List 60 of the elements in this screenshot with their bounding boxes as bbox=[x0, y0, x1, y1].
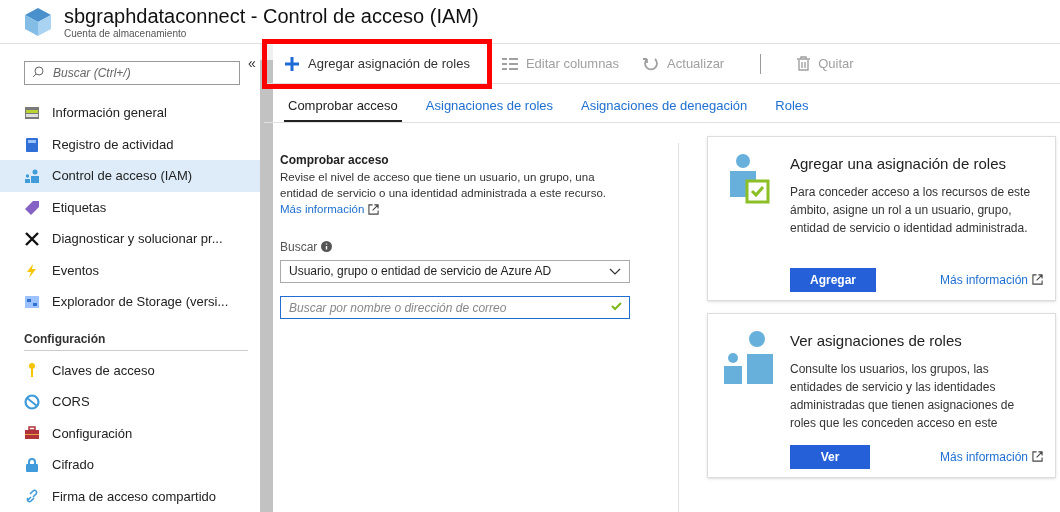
primary-button[interactable]: Agregar bbox=[790, 267, 876, 292]
storage-cube-icon bbox=[24, 6, 52, 37]
scrollbar[interactable] bbox=[259, 44, 273, 512]
tools-icon bbox=[24, 231, 40, 248]
dropdown[interactable]: Usuario, grupo o entidad de servicio de Azure AD bbox=[280, 259, 630, 283]
search-field[interactable]: Buscar por nombre o dirección de correo bbox=[280, 296, 630, 320]
users-icon bbox=[24, 168, 40, 185]
log-icon bbox=[24, 136, 40, 153]
sidebar-item[interactable]: Eventos bbox=[0, 254, 260, 287]
external-link-icon bbox=[368, 203, 380, 215]
link-icon bbox=[24, 488, 40, 505]
card-description: Consulte los usuarios, los grupos, las entidades de servicio y las identidades administradas que tienen asignaciones de roles que les conceden acceso en este bbox=[790, 361, 1016, 432]
card-title: Ver asignaciones de roles bbox=[790, 330, 963, 351]
card-title: Agregar una asignación de roles bbox=[790, 153, 1007, 174]
search-icon bbox=[32, 66, 44, 78]
sidebar-item[interactable]: Cifrado bbox=[0, 449, 260, 481]
description: Revise el nivel de acceso que tiene un usuario, un grupo, una entidad de servicio o una identidad administrada a este recurso. bbox=[280, 169, 608, 201]
sidebar-item[interactable]: Registro de actividad bbox=[0, 128, 260, 161]
tab[interactable]: Asignaciones de denegación bbox=[577, 96, 752, 122]
sidebar-item[interactable]: Firma de acceso compartido bbox=[0, 480, 260, 512]
primary-button[interactable]: Ver bbox=[790, 444, 870, 469]
section-heading: Configuración bbox=[23, 330, 107, 348]
sidebar-item[interactable]: Explorador de Storage (versi... bbox=[0, 286, 260, 318]
tab[interactable]: Roles bbox=[771, 96, 813, 122]
sidebar-item[interactable]: Configuración bbox=[0, 417, 260, 450]
checkmark-icon bbox=[611, 301, 622, 311]
overview-icon bbox=[24, 105, 40, 122]
sidebar-item[interactable]: Información general bbox=[0, 97, 260, 129]
toolbox-icon bbox=[24, 425, 40, 442]
more-info-link[interactable]: Más información bbox=[939, 270, 1028, 289]
toolbar-button[interactable]: Agregar asignación de roles bbox=[272, 48, 482, 79]
sidebar-item[interactable]: CORS bbox=[0, 386, 260, 418]
tag-icon bbox=[24, 199, 40, 216]
tab[interactable]: Asignaciones de roles bbox=[421, 96, 558, 122]
page-subtitle: Cuenta de almacenamiento bbox=[64, 27, 188, 40]
sidebar-item[interactable]: Etiquetas bbox=[0, 191, 260, 224]
search-field[interactable]: Buscar (Ctrl+/) bbox=[24, 61, 240, 85]
more-info-link[interactable]: Más información bbox=[280, 200, 365, 218]
users-icon bbox=[723, 329, 775, 384]
refresh-icon bbox=[643, 55, 660, 72]
plus-icon bbox=[284, 55, 300, 72]
trash-icon bbox=[797, 56, 811, 71]
chevron-down-icon bbox=[609, 267, 621, 275]
page-title: sbgraphdataconnect - Control de acceso (IAM) bbox=[64, 3, 479, 28]
user-check-icon bbox=[728, 152, 770, 205]
columns-icon bbox=[501, 57, 518, 70]
tab[interactable]: Comprobar acceso bbox=[284, 96, 402, 122]
section-title: Comprobar acceso bbox=[280, 151, 390, 169]
sidebar-item[interactable]: Control de acceso (IAM) bbox=[0, 160, 260, 192]
grid-icon bbox=[24, 294, 40, 311]
lock-icon bbox=[24, 456, 40, 473]
field-label: Buscar bbox=[280, 238, 318, 256]
sidebar-item[interactable]: Claves de acceso bbox=[0, 354, 260, 387]
external-link-icon bbox=[1032, 451, 1043, 462]
info-icon bbox=[321, 241, 333, 253]
external-link-icon bbox=[1032, 274, 1043, 285]
collapse-button[interactable]: « bbox=[248, 56, 256, 70]
more-info-link[interactable]: Más información bbox=[939, 447, 1028, 466]
card-description: Para conceder acceso a los recursos de este ámbito, asigne un rol a un usuario, grupo, entidad de servicio o identidad administrada. bbox=[790, 184, 1032, 237]
sidebar-item[interactable]: Diagnosticar y solucionar pr... bbox=[0, 223, 260, 255]
